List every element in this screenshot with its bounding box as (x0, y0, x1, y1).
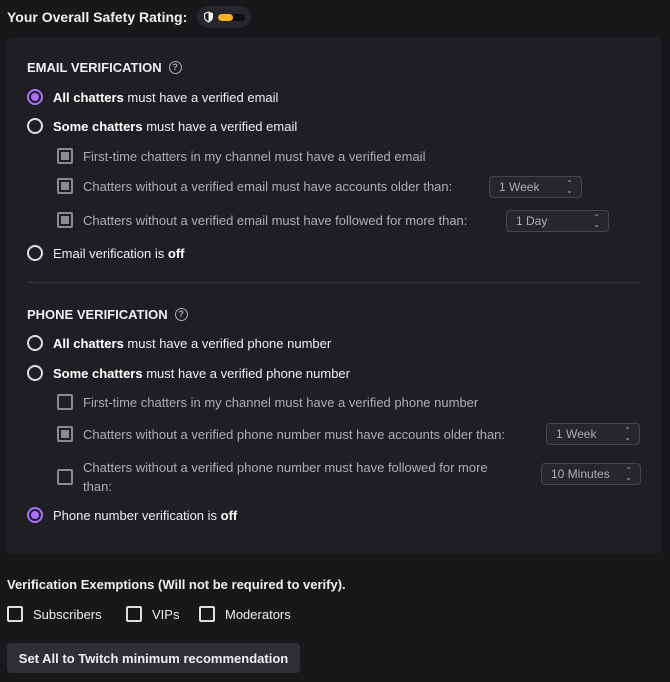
phone-account-age-label: Chatters without a verified phone number… (83, 426, 506, 442)
email-first-time-label: First-time chatters in my channel must h… (83, 148, 426, 164)
exempt-vips-option[interactable]: VIPs (126, 606, 179, 622)
select-chevron-icon: ⌃ ⌄ (593, 213, 600, 229)
email-option-off[interactable]: Email verification is off (27, 245, 184, 261)
help-icon[interactable]: ? (168, 61, 182, 74)
phone-account-age-value: 1 Week (556, 427, 597, 441)
email-account-age-label: Chatters without a verified email must h… (83, 178, 453, 194)
email-followed-option[interactable]: Chatters without a verified email must h… (57, 212, 467, 228)
exemptions-title: Verification Exemptions (Will not be req… (7, 577, 346, 592)
exempt-subscribers-checkbox[interactable] (7, 606, 23, 622)
exempt-vips-checkbox[interactable] (126, 606, 142, 622)
email-first-time-checkbox[interactable] (57, 148, 73, 164)
help-icon[interactable]: ? (174, 308, 188, 321)
phone-followed-checkbox[interactable] (57, 469, 73, 485)
section-divider (27, 282, 641, 283)
safety-rating-fill (218, 13, 234, 21)
email-verification-title: EMAIL VERIFICATION ? (27, 60, 182, 75)
phone-radio-all[interactable] (27, 335, 43, 351)
email-first-time-option[interactable]: First-time chatters in my channel must h… (57, 148, 425, 164)
email-account-age-checkbox[interactable] (57, 178, 73, 194)
email-followed-select[interactable]: 1 Day ⌃ ⌄ (506, 210, 609, 232)
phone-first-time-label: First-time chatters in my channel must h… (83, 394, 479, 410)
email-option-all[interactable]: All chatters must have a verified email (27, 89, 278, 105)
phone-account-age-select[interactable]: 1 Week ⌃ ⌄ (546, 423, 640, 445)
phone-first-time-checkbox[interactable] (57, 394, 73, 410)
email-account-age-option[interactable]: Chatters without a verified email must h… (57, 178, 452, 194)
phone-radio-some[interactable] (27, 365, 43, 381)
safety-rating-row: Your Overall Safety Rating: (7, 6, 252, 28)
email-option-some[interactable]: Some chatters must have a verified email (27, 118, 297, 134)
phone-account-age-option[interactable]: Chatters without a verified phone number… (57, 426, 505, 442)
phone-option-all[interactable]: All chatters must have a verified phone … (27, 335, 331, 351)
email-radio-off[interactable] (27, 245, 43, 261)
exempt-subscribers-label: Subscribers (33, 606, 102, 622)
select-chevron-icon: ⌃ ⌄ (624, 426, 631, 442)
phone-option-some[interactable]: Some chatters must have a verified phone… (27, 365, 350, 381)
phone-followed-label: Chatters without a verified phone number… (83, 460, 488, 494)
phone-account-age-checkbox[interactable] (57, 426, 73, 442)
set-minimum-recommendation-button[interactable]: Set All to Twitch minimum recommendation (7, 643, 300, 673)
phone-followed-option[interactable]: Chatters without a verified phone number… (57, 458, 488, 496)
select-chevron-icon: ⌃ ⌄ (625, 466, 632, 482)
phone-first-time-option[interactable]: First-time chatters in my channel must h… (57, 394, 478, 410)
email-verification-title-text: EMAIL VERIFICATION (27, 60, 162, 75)
email-radio-some[interactable] (27, 118, 43, 134)
phone-verification-title-text: PHONE VERIFICATION (27, 307, 168, 322)
exempt-subscribers-option[interactable]: Subscribers (7, 606, 102, 622)
email-account-age-select[interactable]: 1 Week ⌃ ⌄ (489, 176, 582, 198)
email-followed-checkbox[interactable] (57, 212, 73, 228)
phone-option-off[interactable]: Phone number verification is off (27, 507, 237, 523)
email-account-age-value: 1 Week (499, 180, 540, 194)
shield-icon (203, 11, 214, 23)
phone-followed-value: 10 Minutes (551, 467, 610, 481)
email-followed-value: 1 Day (516, 214, 548, 228)
safety-rating-meter (197, 6, 252, 28)
phone-radio-off[interactable] (27, 507, 43, 523)
safety-rating-label: Your Overall Safety Rating: (7, 9, 188, 25)
exempt-vips-label: VIPs (152, 606, 180, 622)
exempt-moderators-label: Moderators (225, 606, 291, 622)
exempt-moderators-option[interactable]: Moderators (199, 606, 291, 622)
select-chevron-icon: ⌃ ⌄ (566, 179, 573, 195)
email-followed-label: Chatters without a verified email must h… (83, 212, 468, 228)
phone-verification-title: PHONE VERIFICATION ? (27, 307, 188, 322)
verification-panel: EMAIL VERIFICATION ? All chatters must h… (7, 37, 661, 554)
phone-followed-select[interactable]: 10 Minutes ⌃ ⌄ (541, 463, 641, 485)
exempt-moderators-checkbox[interactable] (199, 606, 215, 622)
safety-rating-bar (218, 13, 246, 21)
email-radio-all[interactable] (27, 89, 43, 105)
